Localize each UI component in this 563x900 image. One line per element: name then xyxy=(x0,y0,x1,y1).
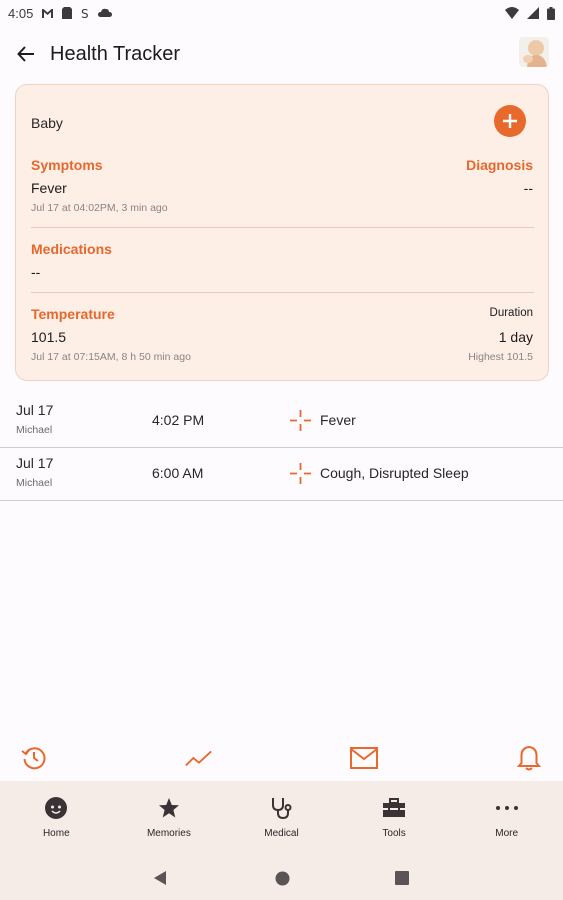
symptoms-label: Symptoms xyxy=(31,157,103,173)
action-bar xyxy=(0,740,563,776)
square-recents-icon xyxy=(395,871,409,885)
status-bar: 4:05 S xyxy=(0,0,563,26)
nav-home[interactable]: Home xyxy=(0,781,113,853)
temperature-value: 101.5 xyxy=(31,329,67,345)
entry-symptoms: Cough, Disrupted Sleep xyxy=(320,465,469,481)
duration-label: Duration xyxy=(489,307,533,319)
baby-face-icon xyxy=(45,797,68,819)
entry-user: Michael xyxy=(16,424,53,436)
star-icon xyxy=(158,798,179,818)
system-recents-button[interactable] xyxy=(394,870,410,886)
entry-date: Jul 17 xyxy=(16,455,54,471)
wifi-icon xyxy=(505,7,519,19)
avatar[interactable] xyxy=(519,37,549,67)
duration-value: 1 day xyxy=(498,329,533,345)
medications-label: Medications xyxy=(31,241,112,257)
diagnosis-value: -- xyxy=(523,180,533,196)
back-button[interactable] xyxy=(0,26,54,82)
diagnosis-label: Diagnosis xyxy=(466,157,533,173)
bell-icon xyxy=(517,745,541,771)
symptom-crosshair-icon xyxy=(290,410,311,431)
battery-icon xyxy=(547,6,555,20)
entry-time: 4:02 PM xyxy=(152,412,205,428)
page-title: Health Tracker xyxy=(50,42,181,65)
add-entry-button[interactable] xyxy=(494,105,526,137)
nav-more[interactable]: More xyxy=(450,781,563,853)
child-name: Baby xyxy=(31,115,63,131)
symptoms-value: Fever xyxy=(31,180,67,196)
temperature-label: Temperature xyxy=(31,306,115,322)
temperature-timestamp: Jul 17 at 07:15AM, 8 h 50 min ago xyxy=(31,351,191,363)
system-back-button[interactable] xyxy=(152,870,168,886)
list-item[interactable]: Jul 17 Michael 6:00 AM Cough, Disrupted … xyxy=(0,448,563,501)
plus-icon xyxy=(503,114,517,128)
circle-home-icon xyxy=(275,871,289,885)
gmail-icon xyxy=(42,8,54,18)
bottom-nav: Home Memories Medical Tools More xyxy=(0,781,563,853)
nav-tools[interactable]: Tools xyxy=(338,781,451,853)
entry-time: 6:00 AM xyxy=(152,465,204,481)
email-button[interactable] xyxy=(350,744,378,772)
nav-medical[interactable]: Medical xyxy=(225,781,338,853)
list-item[interactable]: Jul 17 Michael 4:02 PM Fever xyxy=(0,395,563,448)
entry-date: Jul 17 xyxy=(16,402,54,418)
trends-button[interactable] xyxy=(185,744,213,772)
system-nav-bar xyxy=(0,853,563,900)
dollar-icon: S xyxy=(81,7,89,20)
stethoscope-icon xyxy=(272,798,292,820)
system-home-button[interactable] xyxy=(274,870,290,886)
entry-symptoms: Fever xyxy=(320,412,356,428)
reminders-button[interactable] xyxy=(515,744,543,772)
nav-label: Home xyxy=(42,828,70,839)
divider xyxy=(31,227,534,228)
symptom-crosshair-icon xyxy=(290,463,311,484)
divider xyxy=(31,292,534,293)
nav-label: Medical xyxy=(264,828,299,839)
status-time: 4:05 xyxy=(8,5,34,21)
triangle-back-icon xyxy=(154,871,166,885)
nav-label: Tools xyxy=(382,828,406,839)
highest-temperature: Highest 101.5 xyxy=(468,351,533,363)
toolbox-icon xyxy=(383,798,406,817)
entry-user: Michael xyxy=(16,477,53,489)
nav-memories[interactable]: Memories xyxy=(113,781,226,853)
svg-text:S: S xyxy=(81,7,89,20)
baby-photo xyxy=(519,37,549,67)
cloud-icon xyxy=(98,8,113,17)
symptoms-timestamp: Jul 17 at 04:02PM, 3 min ago xyxy=(31,202,168,214)
history-button[interactable] xyxy=(20,744,48,772)
app-bar: Health Tracker xyxy=(0,26,563,82)
more-horizontal-icon xyxy=(495,806,518,810)
nav-label: Memories xyxy=(146,828,191,839)
nav-label: More xyxy=(495,828,519,839)
medications-value: -- xyxy=(31,264,41,280)
sim-card-icon xyxy=(62,7,73,19)
signal-icon xyxy=(527,7,539,19)
history-icon xyxy=(21,747,46,770)
arrow-back-icon xyxy=(17,46,34,62)
trend-chart-icon xyxy=(185,750,212,767)
health-summary-card: Baby Symptoms Diagnosis Fever -- Jul 17 … xyxy=(15,84,549,381)
mail-icon xyxy=(350,747,378,769)
